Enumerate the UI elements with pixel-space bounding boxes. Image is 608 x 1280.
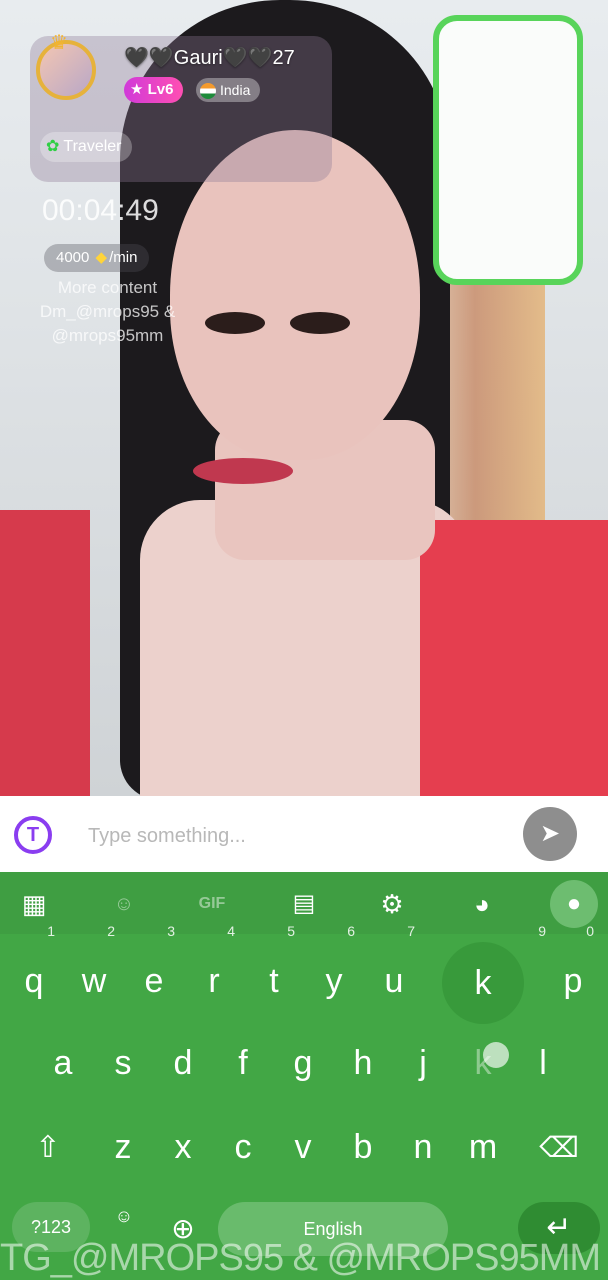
key-e[interactable]: e3: [129, 924, 179, 1016]
key-j[interactable]: j: [398, 1028, 448, 1098]
key-w[interactable]: w2: [69, 924, 119, 1016]
dress-left: [0, 510, 90, 796]
dress-right: [420, 520, 608, 796]
level-label: Lv6: [147, 81, 174, 98]
interest-tag: ✿ Traveler: [40, 132, 132, 162]
right-eye: [290, 312, 350, 334]
translate-icon[interactable]: T: [14, 816, 52, 854]
left-eye: [205, 312, 265, 334]
tag-label: Traveler: [63, 138, 122, 155]
call-rate: 4000 ◆/min: [44, 244, 150, 272]
touch-indicator: [483, 1042, 509, 1068]
key-m[interactable]: m: [458, 1112, 508, 1182]
country-label: India: [220, 82, 251, 98]
traveler-icon: ✿: [46, 138, 60, 155]
key-y[interactable]: y6: [309, 924, 359, 1016]
key-g[interactable]: g: [278, 1028, 328, 1098]
message-input[interactable]: [88, 818, 508, 854]
key-l[interactable]: l: [518, 1028, 568, 1098]
settings-gear-icon[interactable]: ⚙: [372, 884, 412, 924]
shift-icon[interactable]: ⇧: [24, 1128, 72, 1168]
level-badge: ★ Lv6: [124, 77, 184, 103]
diamond-icon: ◆: [95, 249, 108, 266]
backspace-icon[interactable]: ⌫: [534, 1128, 584, 1168]
gif-icon[interactable]: GIF: [192, 884, 232, 924]
apps-grid-icon[interactable]: ▦: [14, 884, 54, 924]
watermark-text: More content Dm_@mrops95 & @mrops95mm: [39, 278, 176, 345]
call-timer: 00:04:49: [42, 194, 159, 227]
send-icon: ➤: [539, 820, 561, 847]
key-h[interactable]: h: [338, 1028, 388, 1098]
key-v[interactable]: v: [278, 1112, 328, 1182]
key-d[interactable]: d: [158, 1028, 208, 1098]
country-badge: India: [196, 78, 261, 102]
key-u[interactable]: u7: [369, 924, 419, 1016]
key-b[interactable]: b: [338, 1112, 388, 1182]
emoji-icon[interactable]: ☺: [110, 1202, 138, 1230]
send-button[interactable]: ➤: [523, 807, 577, 861]
key-s[interactable]: s: [98, 1028, 148, 1098]
lips: [193, 458, 293, 484]
key-q[interactable]: q1: [9, 924, 59, 1016]
key-n[interactable]: n: [398, 1112, 448, 1182]
key-p[interactable]: p0: [548, 924, 598, 1016]
scribble-redaction: [433, 15, 583, 285]
key-t[interactable]: t5: [249, 924, 299, 1016]
sticker-icon[interactable]: ☺: [104, 884, 144, 924]
key-x[interactable]: x: [158, 1112, 208, 1182]
mic-icon[interactable]: ●: [550, 880, 598, 928]
profile-name: 🖤🖤Gauri🖤🖤27: [124, 47, 295, 69]
rate-value: 4000: [56, 249, 90, 266]
key-r[interactable]: r4: [189, 924, 239, 1016]
key-f[interactable]: f: [218, 1028, 268, 1098]
key-c[interactable]: c: [218, 1112, 268, 1182]
key-o[interactable]: 9: [510, 924, 550, 1016]
theme-palette-icon[interactable]: ◕: [462, 884, 502, 924]
clipboard-icon[interactable]: ▤: [284, 884, 324, 924]
crown-icon: ♛: [50, 32, 68, 54]
key-a[interactable]: a: [38, 1028, 88, 1098]
star-icon: ★: [130, 81, 144, 98]
bottom-watermark: TG_@MROPS95 & @MROPS95MM: [0, 1237, 601, 1279]
rate-unit: /min: [109, 249, 138, 266]
key-k-popup[interactable]: k: [458, 948, 508, 1018]
key-z[interactable]: z: [98, 1112, 148, 1182]
india-flag-icon: [200, 83, 216, 100]
